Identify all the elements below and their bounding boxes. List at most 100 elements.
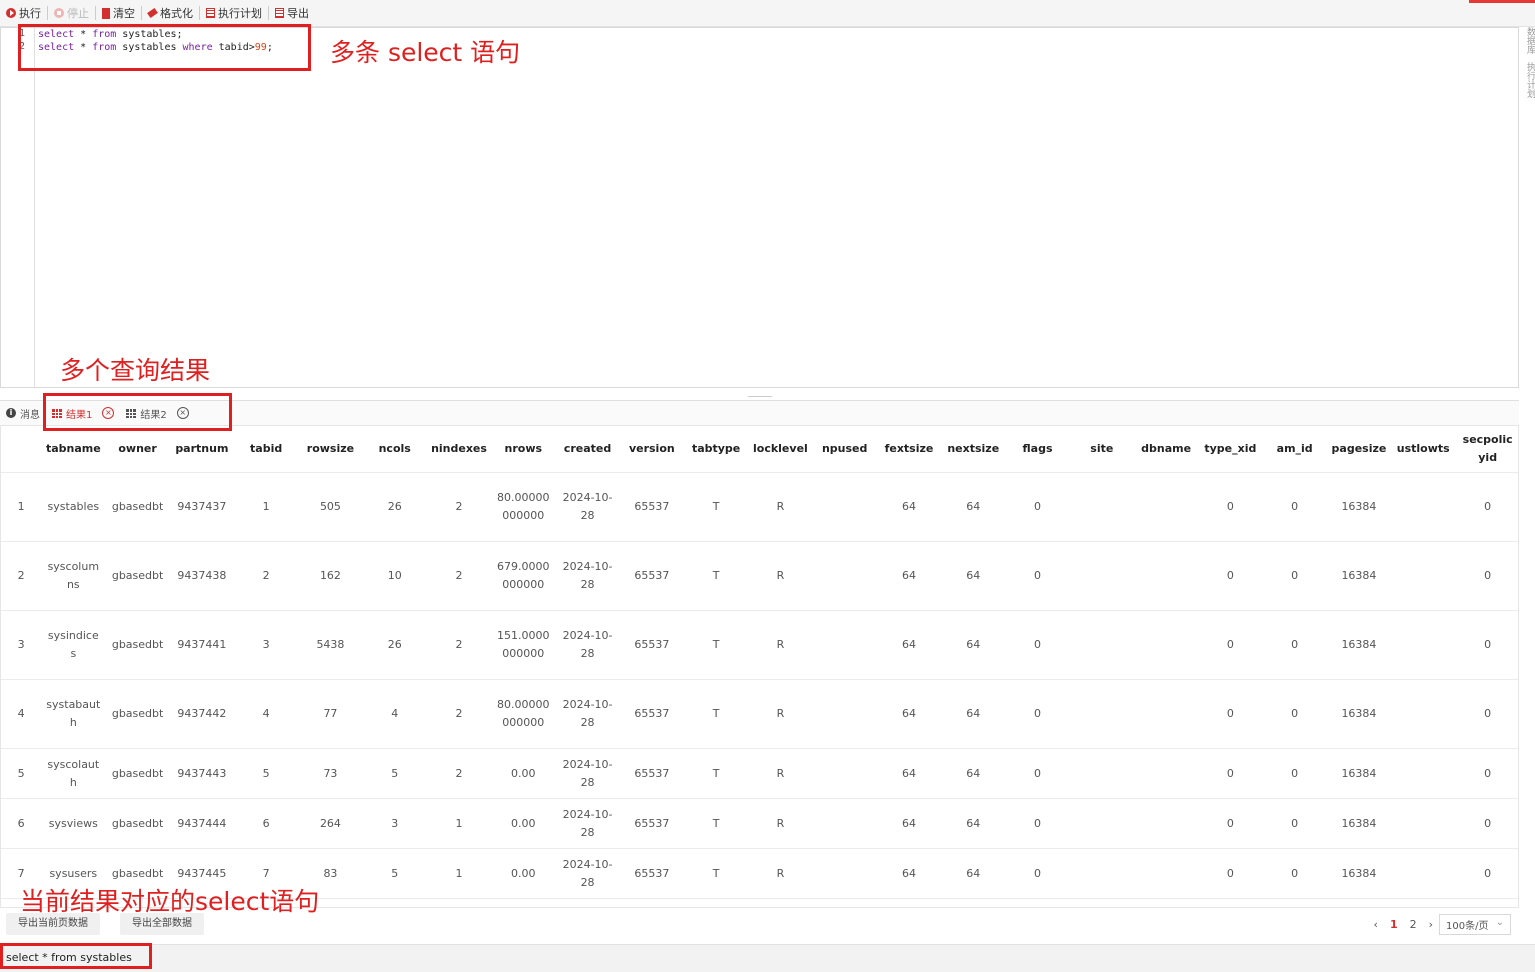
table-cell: syscolumns	[41, 541, 106, 611]
column-header[interactable]: site	[1069, 426, 1134, 473]
table-cell: 679.0000000000	[491, 541, 556, 611]
tab-messages[interactable]: i 消息	[0, 401, 46, 425]
table-cell	[1391, 798, 1456, 849]
table-cell: 9437443	[169, 748, 235, 799]
annotation-multi-select: 多条 select 语句	[330, 38, 521, 67]
side-tab-database[interactable]: 数据库	[1524, 27, 1535, 54]
column-header[interactable]: version	[619, 426, 684, 473]
sql-editor[interactable]: 1 2 select * from systables; select * fro…	[0, 27, 1519, 388]
table-cell: 4	[362, 679, 427, 749]
table-cell: 0	[1198, 848, 1263, 899]
table-cell: 9437444	[169, 798, 235, 849]
column-header[interactable]: ustlowts	[1391, 426, 1456, 473]
table-cell: 16384	[1326, 748, 1392, 799]
table-cell: T	[683, 748, 749, 799]
table-cell: R	[748, 748, 813, 799]
table-cell: 0	[1005, 472, 1070, 542]
table-row[interactable]: 6 sysviews gbasedbt 9437444 6 264 3 1 0.00 2024-1…	[1, 798, 1518, 849]
table-cell: 16384	[1326, 610, 1392, 680]
table-row[interactable]: 1 systables gbasedbt 9437437 1 505 26 2 80.00000…	[1, 472, 1518, 542]
table-cell: 16384	[1326, 679, 1392, 749]
table-cell	[1069, 798, 1134, 849]
column-header[interactable]: nrows	[491, 426, 556, 473]
table-row[interactable]: 3 sysindices gbasedbt 9437441 3 5438 26 2 151.00…	[1, 610, 1518, 680]
column-header[interactable]: rowsize	[298, 426, 363, 473]
column-header[interactable]: locklevel	[748, 426, 813, 473]
export-button[interactable]: 导出	[269, 0, 315, 26]
page-1-button[interactable]: 1	[1390, 918, 1398, 931]
column-header[interactable]: secpolicyid	[1455, 426, 1518, 473]
run-button[interactable]: 执行	[0, 0, 47, 26]
column-header[interactable]: nindexes	[426, 426, 492, 473]
table-cell: 64	[876, 610, 942, 680]
side-panel-tabs: 数据库 执行计划	[1521, 27, 1535, 127]
next-page-button[interactable]: ›	[1429, 918, 1433, 931]
table-cell: 0	[1198, 472, 1263, 542]
column-header[interactable]: npused	[812, 426, 877, 473]
table-cell: 2	[426, 472, 492, 542]
column-header[interactable]: fextsize	[876, 426, 942, 473]
table-cell: 0	[1005, 748, 1070, 799]
table-cell: 2024-10-28	[555, 848, 620, 899]
clear-label: 清空	[113, 7, 135, 20]
table-cell: 0	[1262, 798, 1327, 849]
table-cell	[1391, 748, 1456, 799]
table-cell: 0	[1005, 848, 1070, 899]
column-header[interactable]: tabname	[41, 426, 106, 473]
column-header[interactable]: tabtype	[683, 426, 749, 473]
column-header[interactable]: dbname	[1133, 426, 1199, 473]
table-cell: 80.00000000000	[491, 472, 556, 542]
table-cell: 65537	[619, 541, 684, 611]
status-bar: select * from systables	[0, 944, 1535, 972]
export-label: 导出	[287, 7, 309, 20]
side-tab-plan[interactable]: 执行计划	[1524, 62, 1535, 98]
table-cell: 64	[876, 472, 942, 542]
row-number: 1	[1, 472, 42, 542]
column-header[interactable]: tabid	[234, 426, 299, 473]
table-row[interactable]: 4 systabauth gbasedbt 9437442 4 77 4 2 80.000000…	[1, 679, 1518, 749]
table-cell: 65537	[619, 848, 684, 899]
table-cell: 0	[1455, 679, 1518, 749]
table-cell: T	[683, 679, 749, 749]
column-header[interactable]: nextsize	[941, 426, 1006, 473]
table-cell: 2	[426, 610, 492, 680]
column-header[interactable]: owner	[105, 426, 170, 473]
table-cell: 0	[1455, 798, 1518, 849]
column-header[interactable]: type_xid	[1198, 426, 1263, 473]
column-header[interactable]: pagesize	[1326, 426, 1392, 473]
page-size-value: 100条/页	[1446, 921, 1489, 932]
plan-button[interactable]: 执行计划	[200, 0, 268, 26]
table-cell: 9437437	[169, 472, 235, 542]
table-cell: 64	[941, 848, 1006, 899]
format-button[interactable]: 格式化	[142, 0, 199, 26]
column-header[interactable]: flags	[1005, 426, 1070, 473]
table-cell: 5438	[298, 610, 363, 680]
table-cell: 0	[1262, 848, 1327, 899]
table-cell: 264	[298, 798, 363, 849]
column-header[interactable]: partnum	[169, 426, 235, 473]
table-row[interactable]: 5 syscolauth gbasedbt 9437443 5 73 5 2 0.00 2024-…	[1, 748, 1518, 799]
column-header[interactable]: am_id	[1262, 426, 1327, 473]
page-size-select[interactable]: 100条/页 ⌄	[1439, 914, 1511, 935]
prev-page-button[interactable]: ‹	[1374, 918, 1378, 931]
table-cell: 0	[1455, 848, 1518, 899]
table-cell	[1133, 748, 1199, 799]
table-cell: 10	[362, 541, 427, 611]
column-header[interactable]: ncols	[362, 426, 427, 473]
table-cell: T	[683, 472, 749, 542]
run-icon	[6, 8, 16, 18]
stop-button[interactable]: 停止	[48, 0, 95, 26]
table-cell: 0	[1198, 798, 1263, 849]
clear-button[interactable]: 清空	[96, 0, 141, 26]
table-cell: 1	[426, 798, 492, 849]
table-cell	[1133, 541, 1199, 611]
table-cell	[812, 798, 877, 849]
page-2-button[interactable]: 2	[1410, 918, 1417, 931]
table-cell: 0	[1262, 610, 1327, 680]
table-row[interactable]: 2 syscolumns gbasedbt 9437438 2 162 10 2 679.000…	[1, 541, 1518, 611]
table-cell: 0	[1262, 472, 1327, 542]
column-header[interactable]: created	[555, 426, 620, 473]
column-header[interactable]	[1, 426, 42, 473]
stop-label: 停止	[67, 7, 89, 20]
table-cell: 16384	[1326, 798, 1392, 849]
